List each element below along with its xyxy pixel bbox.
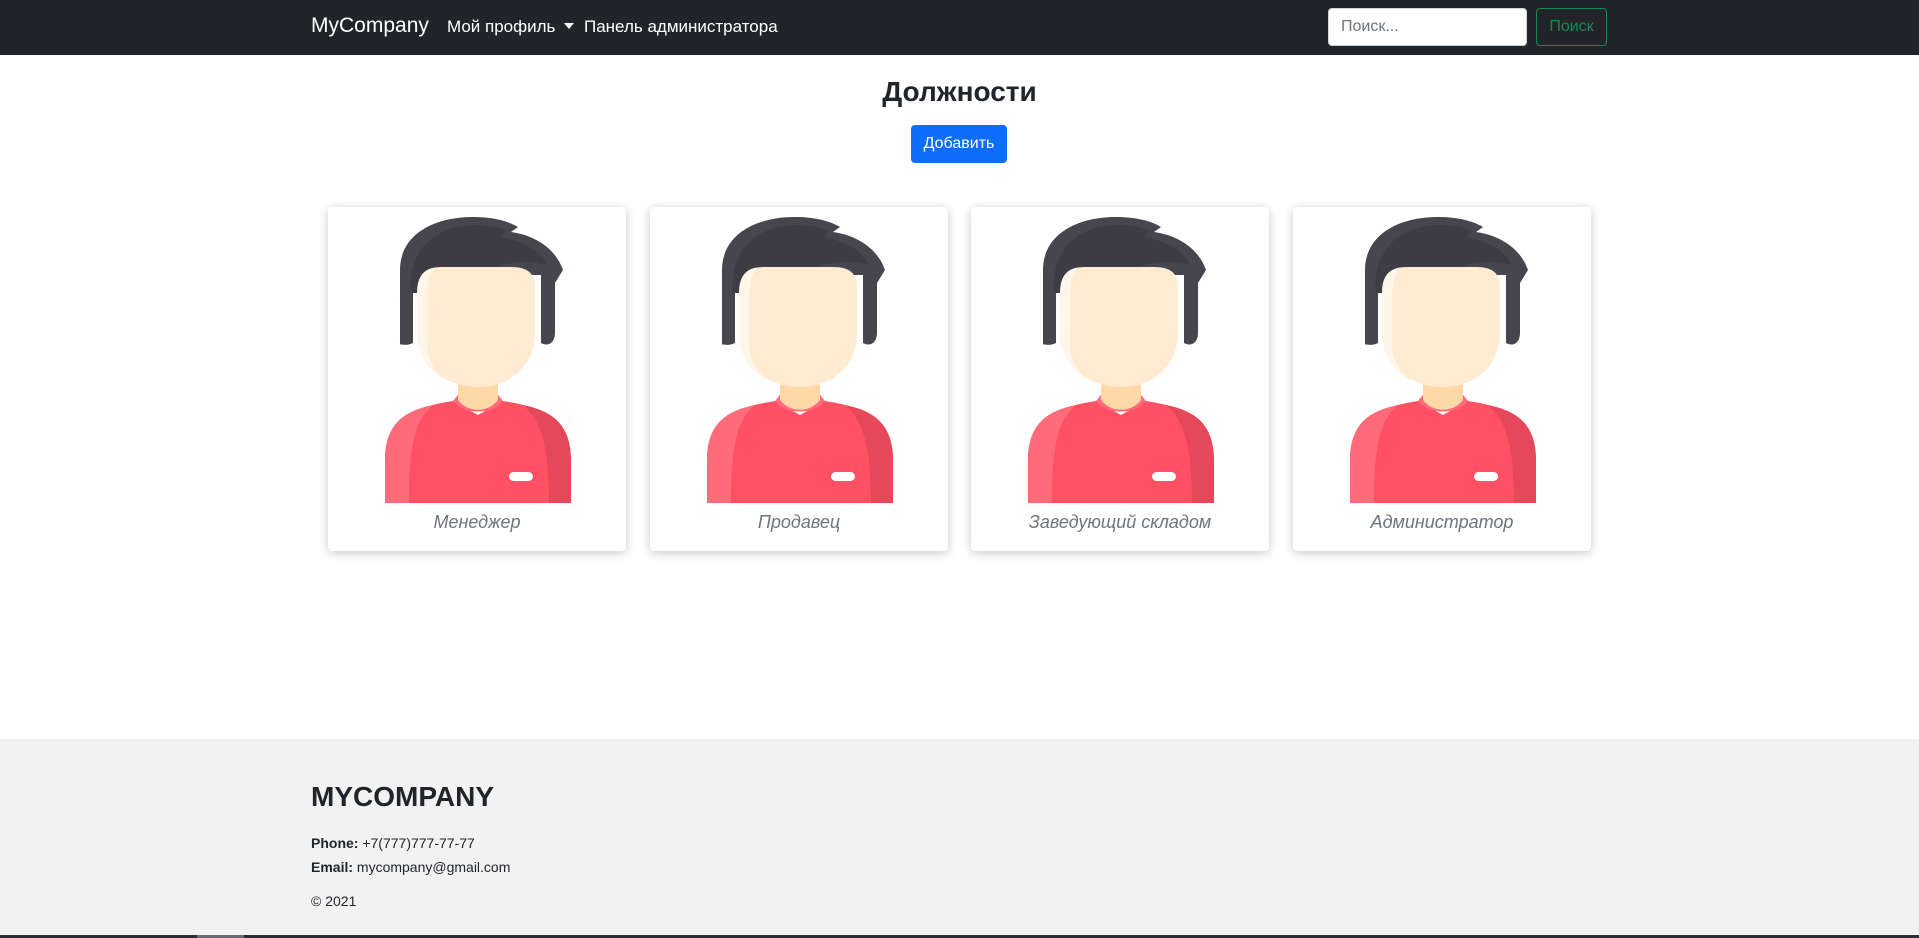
- person-avatar-icon: [383, 215, 573, 503]
- position-card-title: Менеджер: [433, 512, 521, 532]
- position-card-title: Администратор: [1370, 512, 1514, 532]
- position-card[interactable]: Менеджер: [328, 207, 626, 551]
- top-navbar: MyCompany Мой профиль Панель администрат…: [0, 0, 1919, 55]
- position-card[interactable]: Администратор: [1293, 207, 1591, 551]
- chevron-down-icon: [564, 23, 575, 29]
- position-card-title: Заведующий складом: [1028, 512, 1212, 532]
- brand-link[interactable]: MyCompany: [311, 14, 429, 38]
- position-card[interactable]: Заведующий складом: [971, 207, 1269, 551]
- page-footer: MYCOMPANY Phone: +7(777)777-77-77 Email:…: [0, 739, 1919, 938]
- phone-label: Phone:: [311, 835, 359, 851]
- add-position-button[interactable]: Добавить: [911, 125, 1007, 163]
- email-label: Email:: [311, 859, 354, 875]
- person-avatar-icon: [1348, 215, 1538, 503]
- profile-dropdown[interactable]: Мой профиль: [447, 17, 575, 37]
- search-button[interactable]: Поиск: [1536, 8, 1607, 46]
- position-card[interactable]: Продавец: [650, 207, 948, 551]
- page-title: Должности: [882, 76, 1037, 107]
- person-avatar-icon: [1026, 215, 1216, 503]
- footer-copyright: © 2021: [311, 893, 357, 909]
- search-input[interactable]: [1328, 8, 1527, 46]
- phone-value: +7(777)777-77-77: [362, 835, 475, 851]
- footer-email: Email: mycompany@gmail.com: [311, 859, 510, 875]
- email-value: mycompany@gmail.com: [356, 859, 511, 875]
- person-avatar-icon: [705, 215, 895, 503]
- footer-brand: MYCOMPANY: [311, 781, 495, 812]
- profile-dropdown-label: Мой профиль: [447, 17, 556, 36]
- admin-panel-link[interactable]: Панель администратора: [584, 17, 778, 37]
- footer-phone: Phone: +7(777)777-77-77: [311, 835, 475, 851]
- position-card-title: Продавец: [757, 512, 841, 532]
